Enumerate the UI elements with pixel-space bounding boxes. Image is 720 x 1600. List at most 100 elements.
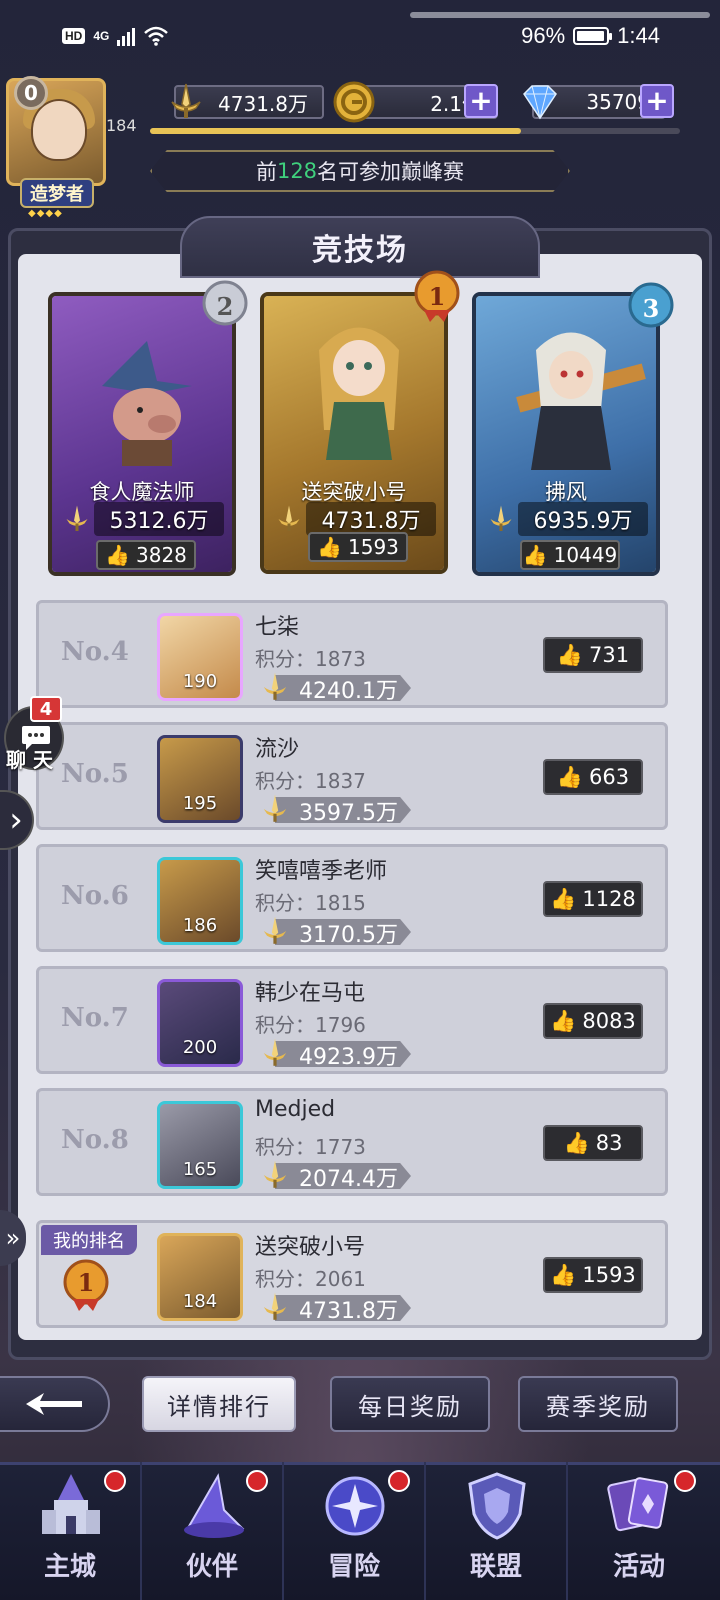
ranking-row[interactable]: No.5 195 流沙 积分：1837 3597.5万 👍 663 bbox=[36, 722, 668, 830]
like-button[interactable]: 👍 3828 bbox=[96, 540, 196, 570]
ranking-row[interactable]: No.7 200 韩少在马屯 积分：1796 4923.9万 👍 8083 bbox=[36, 966, 668, 1074]
sword-icon bbox=[263, 916, 287, 944]
like-button[interactable]: 👍 10449 bbox=[520, 540, 620, 570]
nav-label: 伙伴 bbox=[185, 1552, 238, 1582]
like-button[interactable]: 👍 1128 bbox=[543, 881, 643, 917]
add-diamond-button[interactable]: + bbox=[640, 84, 674, 118]
experience-fill bbox=[150, 128, 521, 134]
ranking-row[interactable]: No.8 165 Medjed 积分：1773 2074.4万 👍 83 bbox=[36, 1088, 668, 1196]
like-count: 1128 bbox=[582, 887, 636, 911]
sword-icon bbox=[263, 672, 287, 700]
my-rank-row[interactable]: 我的排名 1 184 送突破小号 积分：2061 4731.8万 👍 1593 bbox=[36, 1220, 668, 1328]
wizard-hat-icon bbox=[184, 1473, 245, 1538]
like-button[interactable]: 👍 1593 bbox=[308, 532, 408, 562]
silver-medal-icon: 2 bbox=[202, 280, 248, 332]
add-gold-button[interactable]: + bbox=[464, 84, 498, 118]
player-name: 流沙 bbox=[255, 737, 300, 762]
sword-icon bbox=[263, 1292, 287, 1320]
score-value: 2061 bbox=[315, 1267, 366, 1291]
notice-prefix: 前 bbox=[255, 160, 277, 184]
score-label: 积分： bbox=[255, 1135, 315, 1159]
heroine-character-icon bbox=[319, 327, 399, 460]
ranking-row[interactable]: No.6 186 笑嘻嘻季老师 积分：1815 3170.5万 👍 1128 bbox=[36, 844, 668, 952]
back-button[interactable] bbox=[0, 1376, 110, 1432]
power-value: 3170.5万 bbox=[299, 923, 398, 948]
nav-adventure[interactable]: 冒险 bbox=[284, 1462, 426, 1600]
player-name: 笑嘻嘻季老师 bbox=[255, 859, 388, 884]
season-reward-button[interactable]: 赛季奖励 bbox=[518, 1376, 678, 1432]
cards-icon bbox=[607, 1477, 669, 1532]
like-button[interactable]: 👍 8083 bbox=[543, 1003, 643, 1039]
detail-ranking-button[interactable]: 详情排行 bbox=[142, 1376, 296, 1432]
player-title-badge[interactable]: 造梦者 bbox=[20, 178, 94, 208]
score-value: 1773 bbox=[315, 1135, 366, 1159]
podium-card-3[interactable]: 拂风 6935.9万 👍 10449 bbox=[472, 292, 660, 576]
avatar-level: 200 bbox=[182, 1037, 218, 1058]
rank-number: No.8 bbox=[61, 1125, 129, 1155]
sword-icon bbox=[263, 1038, 287, 1066]
power-value: 4731.8万 bbox=[299, 1299, 398, 1324]
castle-icon bbox=[42, 1474, 100, 1534]
rank-number: No.4 bbox=[61, 637, 129, 667]
gold-coin-icon bbox=[332, 81, 376, 123]
sword-icon bbox=[490, 505, 512, 531]
sword-icon bbox=[164, 82, 208, 122]
chevron-right-icon: › bbox=[9, 800, 23, 840]
like-count: 10449 bbox=[553, 543, 618, 567]
score-value: 1837 bbox=[315, 769, 366, 793]
power-value: 4923.9万 bbox=[299, 1045, 398, 1070]
avatar-level: 184 bbox=[182, 1291, 218, 1312]
podium-power: 4731.8万 bbox=[306, 502, 436, 536]
nav-label: 主城 bbox=[43, 1552, 96, 1582]
player-avatar: 186 bbox=[157, 857, 243, 945]
rank-number: No.7 bbox=[61, 1003, 129, 1033]
sword-icon bbox=[263, 1160, 287, 1188]
chat-label: 聊 天 bbox=[6, 748, 53, 772]
avatar-level: 165 bbox=[182, 1159, 218, 1180]
power-currency: 4731.8万 bbox=[164, 82, 324, 122]
daily-reward-button[interactable]: 每日奖励 bbox=[330, 1376, 490, 1432]
avatar-level: 186 bbox=[182, 915, 218, 936]
podium-card-1[interactable]: 送突破小号 4731.8万 👍 1593 bbox=[260, 292, 448, 574]
like-count: 83 bbox=[595, 1131, 623, 1155]
nav-label: 冒险 bbox=[327, 1552, 380, 1582]
thumbs-up-icon: 👍 bbox=[550, 886, 577, 911]
score-value: 1815 bbox=[315, 891, 366, 915]
signal-icon bbox=[117, 26, 136, 46]
like-button[interactable]: 👍 663 bbox=[543, 759, 643, 795]
nav-partners[interactable]: 伙伴 bbox=[142, 1462, 284, 1600]
thumbs-up-icon: 👍 bbox=[563, 1130, 590, 1155]
score-label: 积分： bbox=[255, 891, 315, 915]
podium-card-2[interactable]: 食人魔法师 5312.6万 👍 3828 bbox=[48, 292, 236, 576]
double-chevron-right-icon: » bbox=[5, 1224, 21, 1252]
notification-dot bbox=[246, 1470, 268, 1492]
thumbs-up-icon: 👍 bbox=[105, 543, 130, 567]
like-button[interactable]: 👍 83 bbox=[543, 1125, 643, 1161]
score-value: 1873 bbox=[315, 647, 366, 671]
notification-pull-handle bbox=[410, 12, 710, 18]
back-arrow-icon bbox=[26, 1393, 82, 1415]
panel-title: 竞技场 bbox=[180, 216, 540, 278]
thumbs-up-icon: 👍 bbox=[556, 642, 584, 667]
podium-power: 5312.6万 bbox=[94, 502, 224, 536]
score-label: 积分： bbox=[255, 1013, 315, 1037]
like-button[interactable]: 👍 1593 bbox=[543, 1257, 643, 1293]
nav-main-city[interactable]: 主城 bbox=[0, 1462, 142, 1600]
nav-events[interactable]: 活动 bbox=[568, 1462, 710, 1600]
podium-power: 6935.9万 bbox=[518, 502, 648, 536]
player-name: 韩少在马屯 bbox=[255, 981, 366, 1006]
notification-dot bbox=[388, 1470, 410, 1492]
score-label: 积分： bbox=[255, 1267, 315, 1291]
network-type: 4G bbox=[93, 29, 110, 43]
wifi-icon bbox=[144, 26, 169, 46]
ranking-row[interactable]: No.4 190 七柒 积分：1873 4240.1万 👍 731 bbox=[36, 600, 668, 708]
player-avatar: 165 bbox=[157, 1101, 243, 1189]
power-value: 4240.1万 bbox=[299, 679, 398, 704]
player-name: Medjed bbox=[255, 1097, 336, 1122]
thumbs-up-icon: 👍 bbox=[522, 543, 548, 567]
peak-match-notice: 前 128 名可参加巅峰赛 bbox=[150, 150, 570, 192]
nav-alliance[interactable]: 联盟 bbox=[426, 1462, 568, 1600]
like-button[interactable]: 👍 731 bbox=[543, 637, 643, 673]
chat-unread-badge: 4 bbox=[30, 696, 62, 722]
score-label: 积分： bbox=[255, 647, 315, 671]
